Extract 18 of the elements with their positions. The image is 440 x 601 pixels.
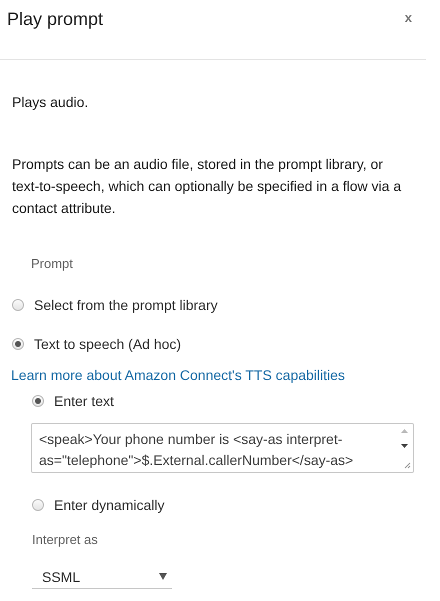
info-text: Prompts can be an audio file, stored in the prompt library, or text-to-speech, which can optionally be specified in a flow via a contact attribute. <box>11 155 402 218</box>
description-text: Plays audio. <box>11 93 90 112</box>
radio-label[interactable]: Text to speech (Ad hoc) <box>34 336 182 352</box>
interpret-dropdown[interactable]: SSML <box>32 565 172 589</box>
radio-label[interactable]: Enter dynamically <box>54 497 164 513</box>
close-button[interactable]: x <box>404 10 412 25</box>
radio-button[interactable] <box>32 395 44 407</box>
radio-button[interactable] <box>12 338 24 350</box>
radio-button[interactable] <box>12 299 24 311</box>
radio-label[interactable]: Enter text <box>54 393 114 409</box>
radio-button[interactable] <box>32 499 44 511</box>
learn-more-link[interactable]: Learn more about Amazon Connect's TTS capabilities <box>11 367 345 383</box>
radio-label[interactable]: Select from the prompt library <box>34 297 218 313</box>
panel-title: Play prompt <box>7 9 104 30</box>
text-input-field[interactable]: <speak>Your phone number is <say-as interpret-as="telephone">$.External.callerNumber</say-as> <box>31 423 414 473</box>
interpret-label: Interpret as <box>32 532 99 547</box>
prompt-label: Prompt <box>31 256 74 271</box>
caret-icon <box>159 573 167 580</box>
